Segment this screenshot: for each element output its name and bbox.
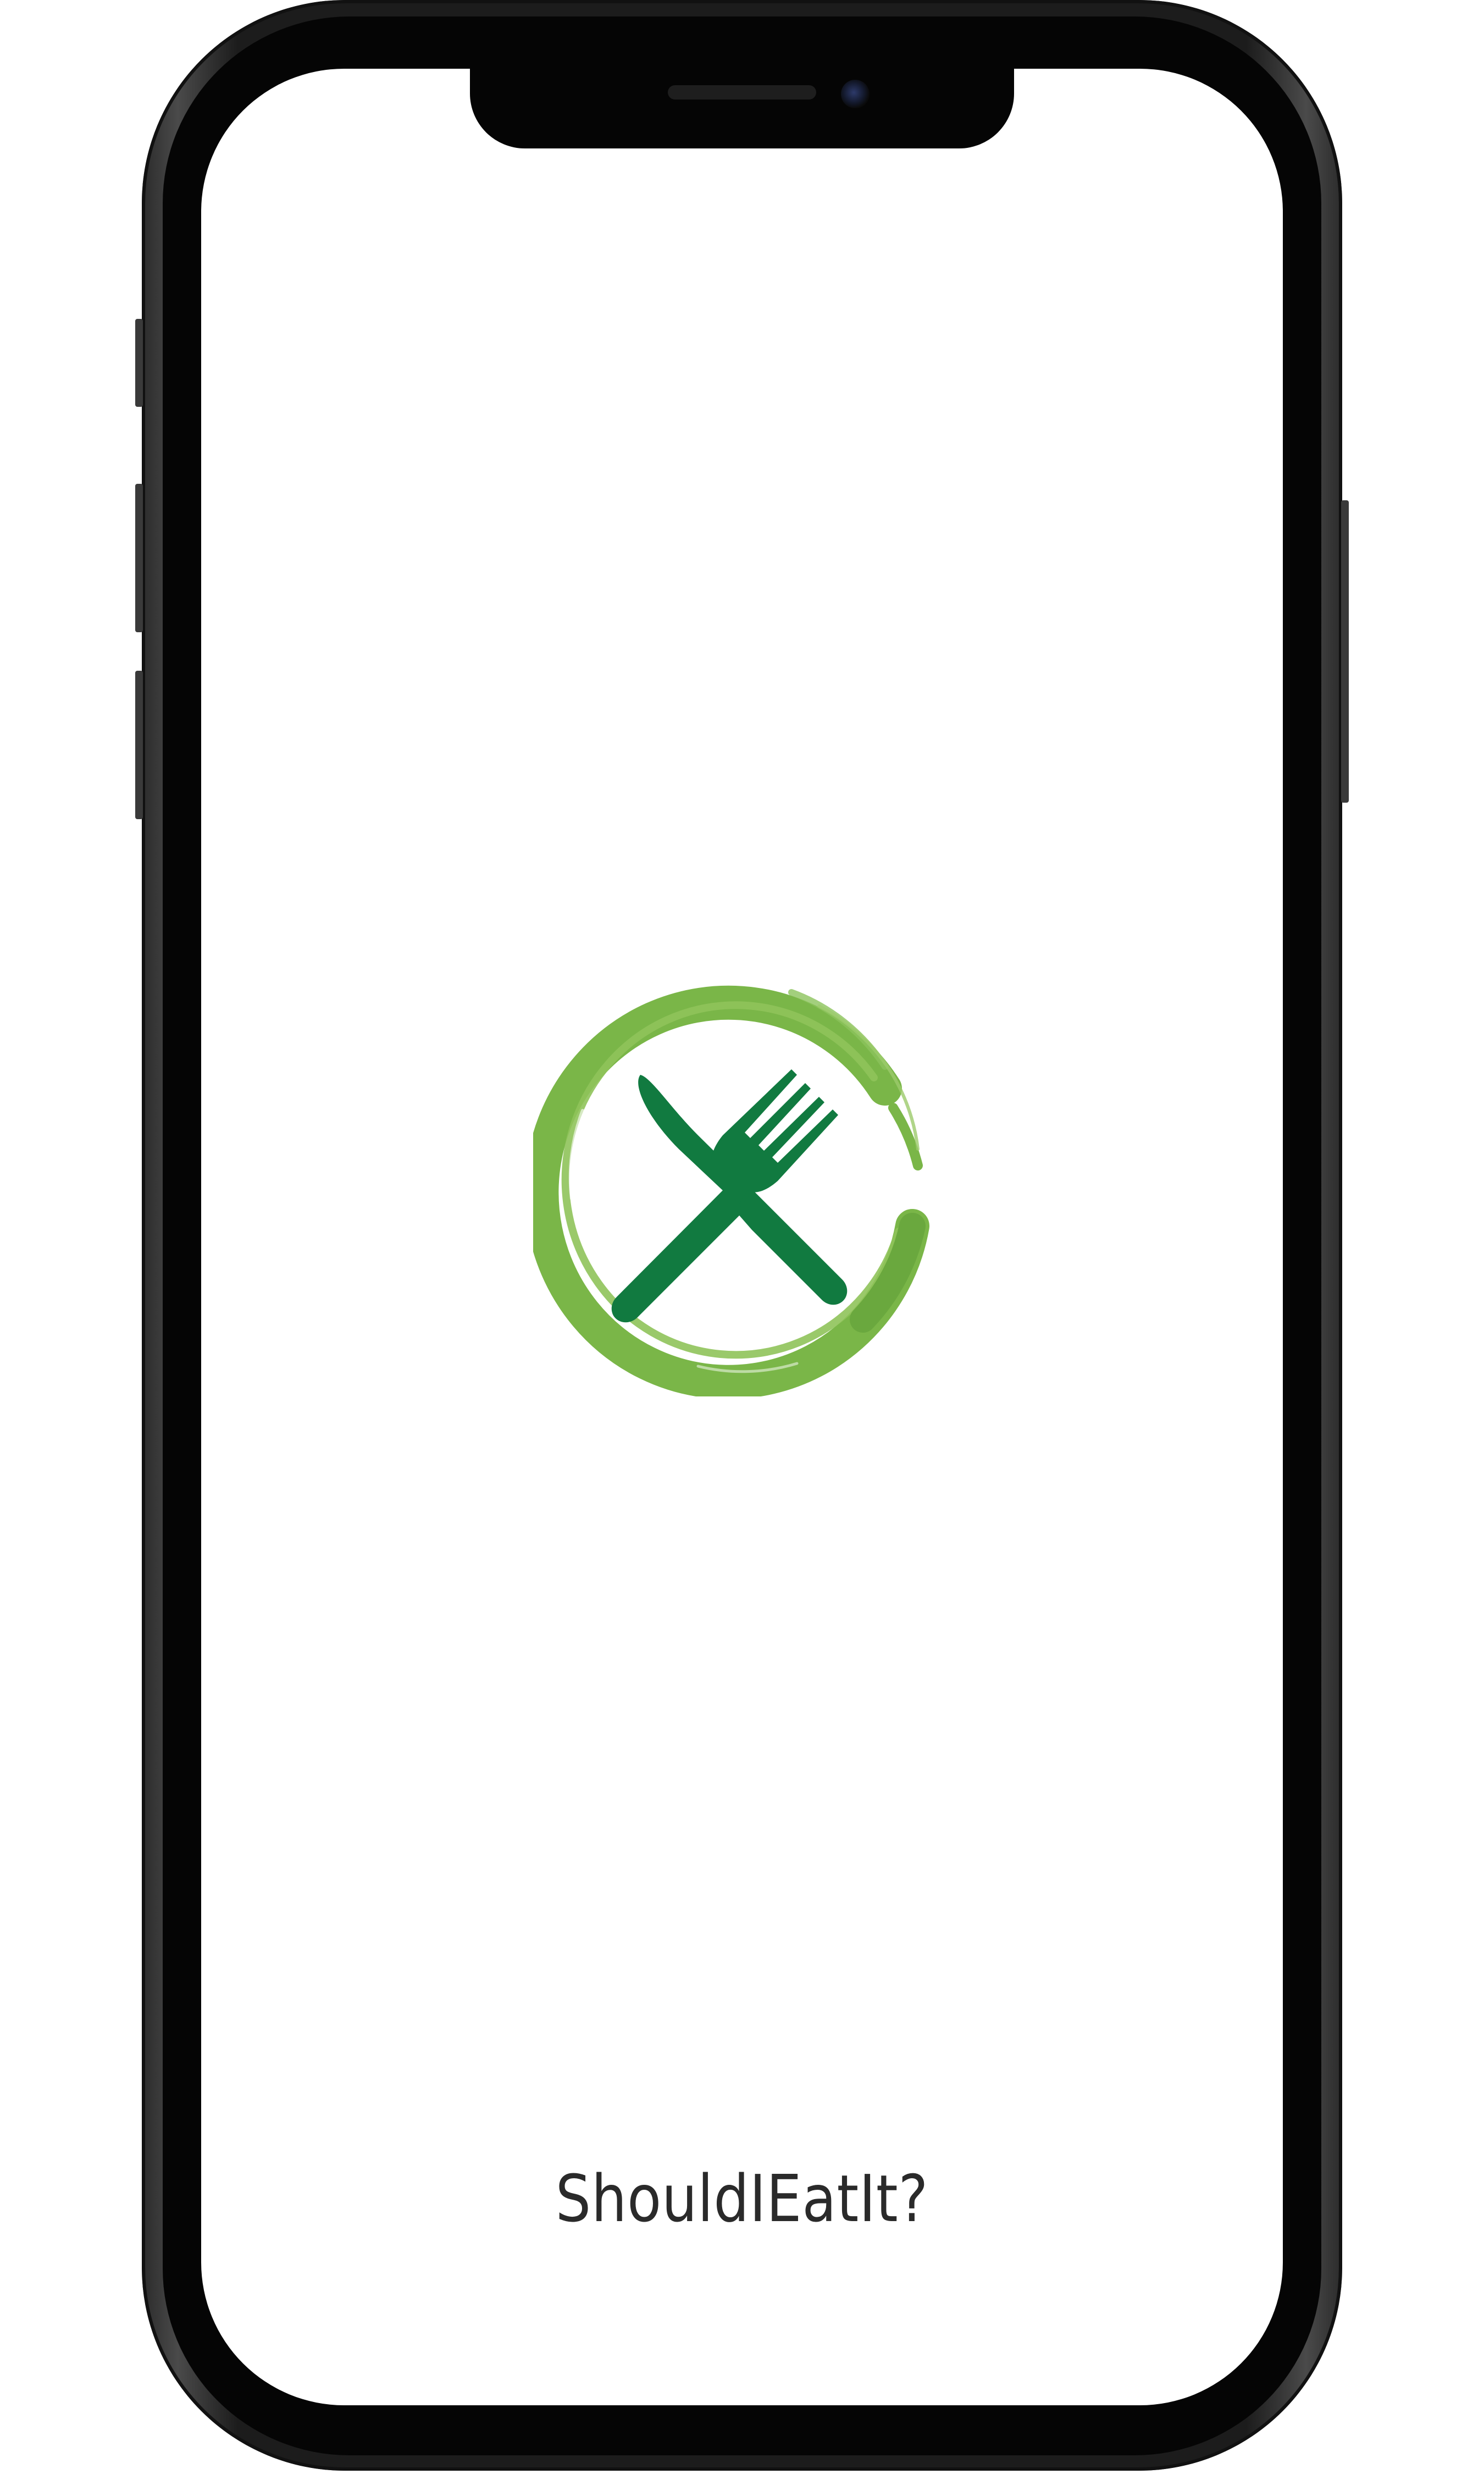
phone-notch <box>470 60 1014 148</box>
volume-up-button <box>135 484 143 632</box>
volume-down-button <box>135 671 143 819</box>
front-camera <box>841 80 870 108</box>
splash-canvas: ShouldIEatIt? <box>0 0 1484 2474</box>
app-logo-icon <box>533 985 929 1396</box>
mute-switch <box>135 319 143 407</box>
power-button <box>1341 500 1349 803</box>
app-title: ShouldIEatIt? <box>555 2161 929 2236</box>
fork-icon <box>711 1069 848 1305</box>
earpiece-speaker <box>668 85 816 100</box>
